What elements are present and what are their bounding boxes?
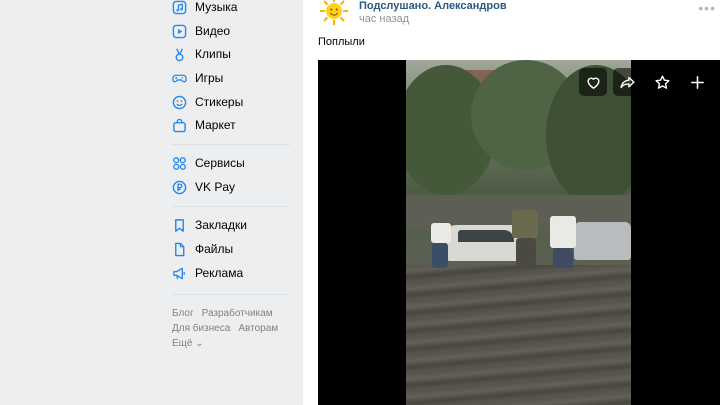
sidebar-item-music[interactable]: Музыка	[172, 0, 237, 18]
footer-link-business[interactable]: Для бизнеса	[172, 323, 230, 334]
video-scene	[431, 223, 451, 243]
ruble-icon	[172, 180, 187, 194]
video-scene	[553, 248, 573, 268]
footer-link-authors[interactable]: Авторам	[238, 323, 278, 334]
sidebar-divider	[172, 144, 290, 145]
share-icon	[619, 76, 635, 88]
video-scene	[458, 230, 514, 242]
footer-link-developers[interactable]: Разработчикам	[202, 308, 273, 319]
favorite-button[interactable]	[648, 68, 676, 96]
sidebar-item-label: Музыка	[195, 0, 238, 14]
video-player[interactable]	[318, 60, 720, 405]
sidebar-item-ads[interactable]: Реклама	[172, 262, 243, 284]
sidebar-item-vk-pay[interactable]: VK Pay	[172, 176, 235, 198]
video-frame[interactable]	[406, 60, 631, 405]
sidebar-divider	[172, 294, 290, 295]
sidebar-item-label: Закладки	[195, 218, 247, 232]
star-icon	[654, 74, 670, 89]
heart-icon	[586, 77, 600, 89]
plus-icon	[690, 75, 704, 89]
sidebar-item-files[interactable]: Файлы	[172, 238, 233, 260]
video-scene	[432, 243, 448, 268]
sidebar-item-label: Реклама	[195, 266, 244, 280]
sidebar-item-label: Стикеры	[195, 95, 244, 109]
clips-icon	[175, 48, 184, 61]
megaphone-icon	[173, 267, 185, 279]
video-scene	[574, 222, 631, 260]
bookmark-icon	[175, 218, 184, 232]
sidebar-item-services[interactable]: Сервисы	[172, 152, 245, 174]
more-options-icon[interactable]: •••	[698, 0, 716, 16]
video-scene	[512, 210, 538, 238]
footer-link-blog[interactable]: Блог	[172, 308, 194, 319]
sidebar-item-stickers[interactable]: Стикеры	[172, 91, 243, 113]
like-button[interactable]	[579, 68, 607, 96]
grid-icon	[173, 156, 186, 170]
shopping-bag-icon	[173, 118, 186, 132]
sidebar-item-label: Сервисы	[195, 156, 245, 170]
post-time[interactable]: час назад	[359, 13, 409, 25]
sidebar-item-video[interactable]: Видео	[172, 20, 230, 42]
video-scene	[550, 216, 576, 248]
sidebar-item-label: Файлы	[195, 242, 234, 256]
sidebar-item-market[interactable]: Маркет	[172, 114, 236, 136]
sidebar-item-label: Клипы	[195, 47, 231, 61]
sidebar-item-games[interactable]: Игры	[172, 67, 223, 89]
sticker-icon	[172, 95, 187, 109]
avatar[interactable]	[319, 0, 349, 26]
sidebar-item-label: VK Pay	[195, 180, 236, 194]
video-scene	[516, 238, 536, 266]
footer-link-more[interactable]: Ещё ⌄	[172, 338, 204, 349]
gamepad-icon	[172, 74, 187, 82]
sidebar-item-bookmarks[interactable]: Закладки	[172, 214, 247, 236]
sidebar-item-label: Видео	[195, 24, 231, 38]
sidebar-divider	[172, 206, 290, 207]
file-icon	[175, 242, 185, 256]
sidebar-item-label: Игры	[195, 71, 224, 85]
video-icon	[172, 24, 187, 38]
sidebar-item-clips[interactable]: Клипы	[172, 43, 231, 65]
post-author-link[interactable]: Подслушано. Александров	[359, 0, 507, 12]
share-button[interactable]	[613, 68, 641, 96]
post-card: Подслушано. Александров час назад ••• По…	[303, 0, 720, 405]
sidebar-item-label: Маркет	[195, 118, 236, 132]
add-button[interactable]	[683, 68, 711, 96]
video-scene	[406, 265, 631, 405]
sidebar-footer: Блог Разработчикам Для бизнеса Авторам Ещё…	[172, 306, 302, 351]
post-text: Поплыли	[318, 36, 365, 48]
music-icon	[172, 0, 187, 14]
